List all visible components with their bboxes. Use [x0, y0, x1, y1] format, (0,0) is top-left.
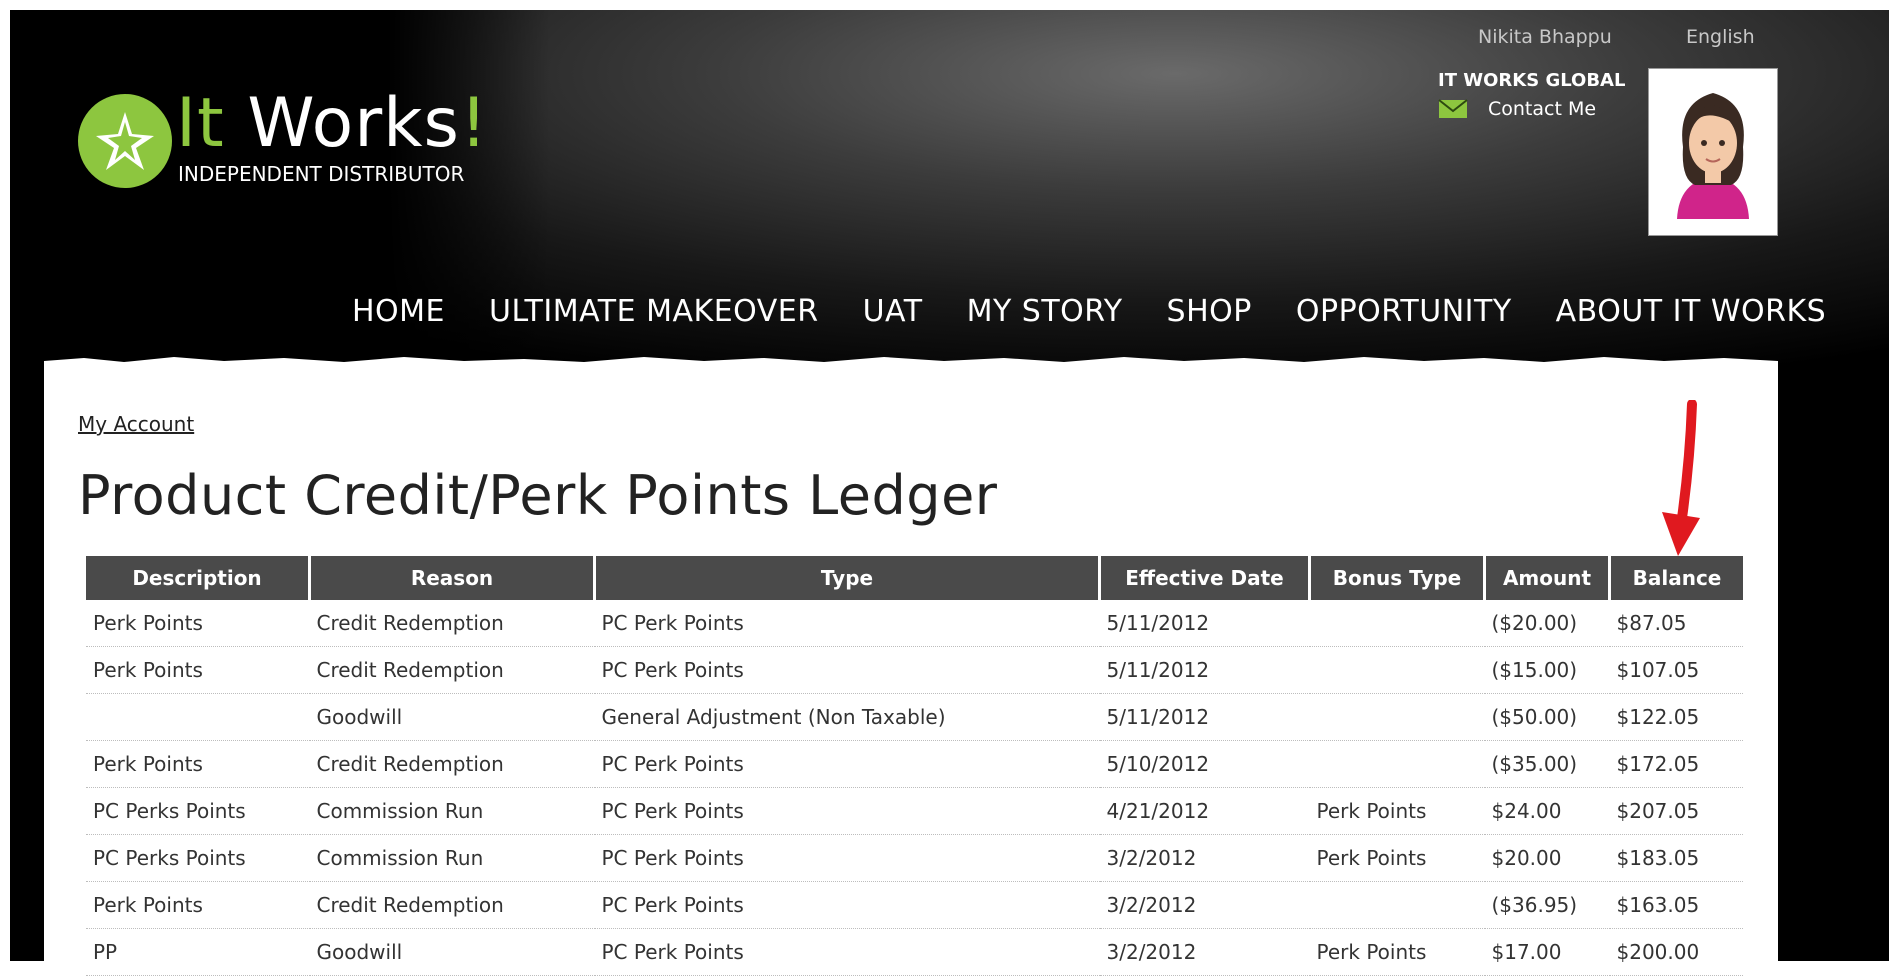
- brand-label: IT WORKS GLOBAL: [1438, 70, 1626, 91]
- column-header-amount[interactable]: Amount: [1484, 556, 1611, 600]
- nav-about-it-works[interactable]: ABOUT IT WORKS: [1534, 294, 1849, 329]
- cell-balance: $87.05: [1609, 600, 1743, 647]
- envelope-icon: [1438, 99, 1468, 118]
- cell-amount: ($50.00): [1484, 693, 1610, 741]
- cell-amount: $24.00: [1484, 787, 1610, 835]
- logo-wordmark: It Works!: [176, 84, 489, 163]
- cell-type: PC Perk Points: [594, 646, 1100, 694]
- cell-balance: $122.05: [1609, 693, 1743, 741]
- nav-home[interactable]: HOME: [330, 294, 467, 329]
- page-title: Product Credit/Perk Points Ledger: [78, 464, 998, 527]
- table-row: Goodwill General Adjustment (Non Taxable…: [86, 693, 1743, 741]
- cell-amount: ($35.00): [1484, 740, 1610, 788]
- user-name-link[interactable]: Nikita Bhappu: [1478, 26, 1612, 48]
- cell-type: PC Perk Points: [594, 787, 1100, 835]
- cell-effective-date: 5/11/2012: [1099, 600, 1310, 647]
- cell-description: Perk Points: [86, 646, 310, 694]
- table-row: PC Perks Points Commission Run PC Perk P…: [86, 787, 1743, 835]
- cell-reason: Goodwill: [309, 928, 595, 976]
- cell-balance: $207.05: [1609, 787, 1743, 835]
- cell-effective-date: 3/2/2012: [1099, 834, 1310, 882]
- cell-bonus-type: Perk Points: [1309, 787, 1485, 835]
- table-row: PP Goodwill PC Perk Points 3/2/2012 Perk…: [86, 928, 1743, 976]
- cell-amount: ($15.00): [1484, 646, 1610, 694]
- cell-effective-date: 5/11/2012: [1099, 693, 1310, 741]
- column-header-bonus-type[interactable]: Bonus Type: [1309, 556, 1486, 600]
- cell-reason: Credit Redemption: [309, 646, 595, 694]
- cell-type: PC Perk Points: [594, 834, 1100, 882]
- cell-type: PC Perk Points: [594, 928, 1100, 976]
- cell-description: Perk Points: [86, 600, 310, 647]
- cell-bonus-type: [1309, 881, 1485, 929]
- column-header-description[interactable]: Description: [86, 556, 311, 600]
- contact-me-link[interactable]: Contact Me: [1438, 98, 1596, 120]
- cell-amount: $17.00: [1484, 928, 1610, 976]
- cell-amount: $20.00: [1484, 834, 1610, 882]
- cell-type: PC Perk Points: [594, 600, 1100, 647]
- cell-type: General Adjustment (Non Taxable): [594, 693, 1100, 741]
- main-nav: HOME ULTIMATE MAKEOVER UAT MY STORY SHOP…: [330, 294, 1848, 329]
- cell-bonus-type: [1309, 740, 1485, 788]
- female-avatar-icon: [1677, 93, 1749, 219]
- cell-description: [86, 693, 310, 741]
- red-arrow-icon: [1662, 400, 1700, 556]
- contact-me-label: Contact Me: [1488, 98, 1597, 120]
- cell-reason: Credit Redemption: [309, 881, 595, 929]
- cell-description: PP: [86, 928, 310, 976]
- nav-opportunity[interactable]: OPPORTUNITY: [1274, 294, 1534, 329]
- cell-reason: Credit Redemption: [309, 740, 595, 788]
- cell-balance: $200.00: [1609, 928, 1743, 976]
- main-content: My Account Product Credit/Perk Points Le…: [44, 364, 1778, 976]
- cell-description: PC Perks Points: [86, 787, 310, 835]
- nav-my-story[interactable]: MY STORY: [945, 294, 1145, 329]
- cell-type: PC Perk Points: [594, 881, 1100, 929]
- cell-bonus-type: Perk Points: [1309, 834, 1485, 882]
- cell-effective-date: 4/21/2012: [1099, 787, 1310, 835]
- table-header-row: Description Reason Type Effective Date B…: [86, 556, 1743, 600]
- cell-description: Perk Points: [86, 740, 310, 788]
- cell-bonus-type: [1309, 646, 1485, 694]
- table-row: Perk Points Credit Redemption PC Perk Po…: [86, 600, 1743, 647]
- table-row: PC Perks Points Commission Run PC Perk P…: [86, 834, 1743, 882]
- cell-type: PC Perk Points: [594, 740, 1100, 788]
- table-row: Perk Points Credit Redemption PC Perk Po…: [86, 881, 1743, 929]
- table-row: Perk Points Credit Redemption PC Perk Po…: [86, 740, 1743, 788]
- cell-reason: Commission Run: [309, 787, 595, 835]
- column-header-balance[interactable]: Balance: [1609, 556, 1743, 600]
- table-row: Perk Points Credit Redemption PC Perk Po…: [86, 646, 1743, 694]
- ledger-table: Description Reason Type Effective Date B…: [86, 556, 1743, 976]
- cell-balance: $163.05: [1609, 881, 1743, 929]
- site-logo[interactable]: It Works! INDEPENDENT DISTRIBUTOR: [78, 84, 487, 202]
- cell-balance: $172.05: [1609, 740, 1743, 788]
- cell-reason: Credit Redemption: [309, 600, 595, 647]
- cell-balance: $107.05: [1609, 646, 1743, 694]
- cell-reason: Goodwill: [309, 693, 595, 741]
- cell-bonus-type: [1309, 693, 1485, 741]
- cell-description: Perk Points: [86, 881, 310, 929]
- column-header-reason[interactable]: Reason: [309, 556, 596, 600]
- nav-uat[interactable]: UAT: [841, 294, 945, 329]
- cell-bonus-type: Perk Points: [1309, 928, 1485, 976]
- breadcrumb[interactable]: My Account: [78, 412, 194, 436]
- nav-shop[interactable]: SHOP: [1145, 294, 1274, 329]
- avatar[interactable]: [1648, 68, 1778, 236]
- cell-description: PC Perks Points: [86, 834, 310, 882]
- cell-amount: ($36.95): [1484, 881, 1610, 929]
- cell-effective-date: 3/2/2012: [1099, 928, 1310, 976]
- cell-effective-date: 3/2/2012: [1099, 881, 1310, 929]
- language-selector[interactable]: English: [1686, 26, 1755, 48]
- cell-effective-date: 5/11/2012: [1099, 646, 1310, 694]
- column-header-effective-date[interactable]: Effective Date: [1099, 556, 1311, 600]
- cell-amount: ($20.00): [1484, 600, 1610, 647]
- cell-bonus-type: [1309, 600, 1485, 647]
- cell-balance: $183.05: [1609, 834, 1743, 882]
- logo-star-icon: [96, 112, 154, 170]
- logo-subtitle: INDEPENDENT DISTRIBUTOR: [178, 162, 465, 186]
- nav-ultimate-makeover[interactable]: ULTIMATE MAKEOVER: [467, 294, 841, 329]
- cell-reason: Commission Run: [309, 834, 595, 882]
- column-header-type[interactable]: Type: [594, 556, 1101, 600]
- cell-effective-date: 5/10/2012: [1099, 740, 1310, 788]
